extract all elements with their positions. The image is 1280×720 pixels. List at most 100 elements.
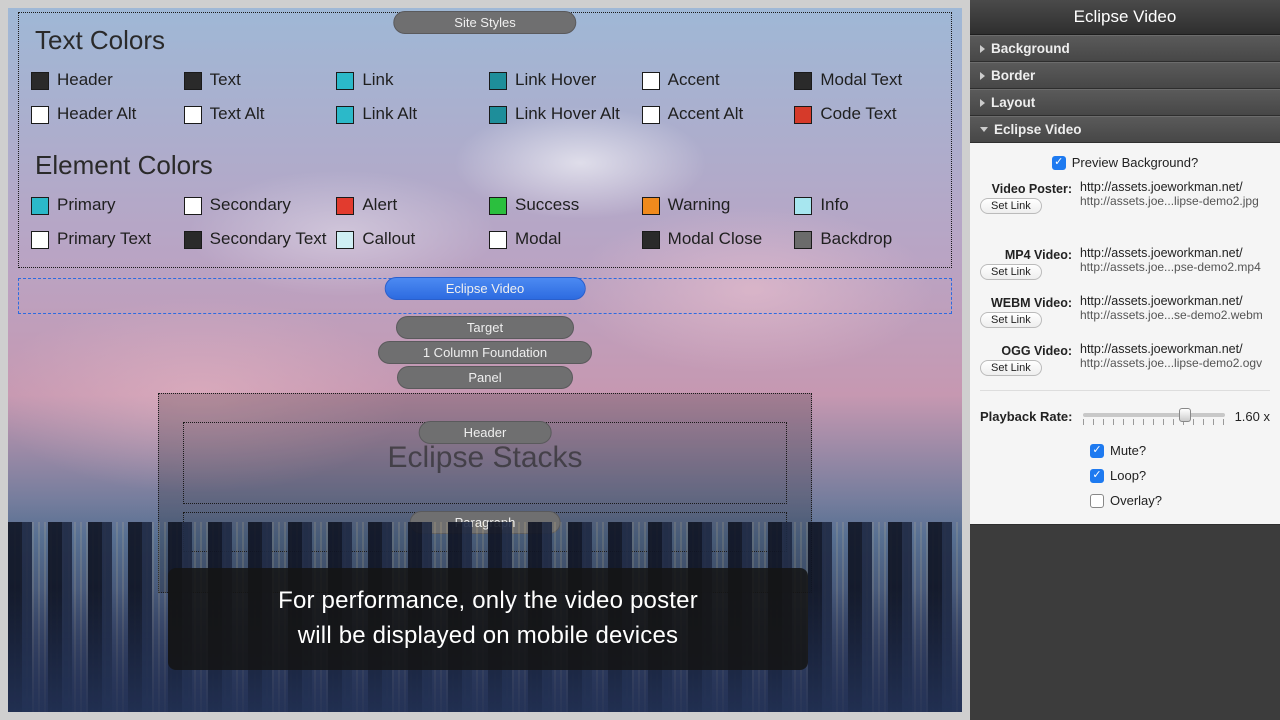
color-chip[interactable] bbox=[642, 106, 660, 124]
color-chip[interactable] bbox=[489, 197, 507, 215]
eclipse-video-tab[interactable]: Eclipse Video bbox=[385, 277, 586, 300]
text-color-swatch[interactable]: Header Alt bbox=[31, 100, 176, 128]
color-chip[interactable] bbox=[184, 106, 202, 124]
editor-canvas[interactable]: Site Styles Text Colors HeaderTextLinkLi… bbox=[8, 8, 962, 712]
element-color-swatch[interactable]: Primary bbox=[31, 191, 176, 219]
color-chip[interactable] bbox=[794, 106, 812, 124]
mp4-video-label: MP4 Video: bbox=[980, 246, 1072, 262]
mp4-set-link-button[interactable]: Set Link bbox=[980, 264, 1042, 280]
mp4-video-row: MP4 Video: Set Link http://assets.joewor… bbox=[980, 246, 1270, 280]
video-poster-url[interactable]: http://assets.joeworkman.net/ bbox=[1080, 180, 1270, 194]
color-chip[interactable] bbox=[31, 72, 49, 90]
text-color-swatch[interactable]: Link bbox=[336, 66, 481, 94]
text-colors-grid: Header Text Link Link Hover Accent Modal Text… bbox=[31, 66, 939, 128]
paragraph-block[interactable]: Paragraph bbox=[183, 512, 787, 552]
element-color-swatch[interactable]: Modal bbox=[489, 225, 634, 253]
panel-tab[interactable]: Panel bbox=[397, 366, 572, 389]
color-chip[interactable] bbox=[31, 106, 49, 124]
color-chip[interactable] bbox=[31, 231, 49, 249]
text-color-swatch[interactable]: Modal Text bbox=[794, 66, 939, 94]
acc-background[interactable]: Background bbox=[970, 35, 1280, 62]
checkbox-icon bbox=[1090, 469, 1104, 483]
color-chip[interactable] bbox=[31, 197, 49, 215]
element-color-swatch[interactable]: Modal Close bbox=[642, 225, 787, 253]
webm-video-label: WEBM Video: bbox=[980, 294, 1072, 310]
color-chip[interactable] bbox=[184, 197, 202, 215]
element-color-swatch[interactable]: Info bbox=[794, 191, 939, 219]
mute-checkbox[interactable]: Mute? bbox=[1090, 443, 1270, 458]
color-chip[interactable] bbox=[184, 231, 202, 249]
text-color-swatch[interactable]: Code Text bbox=[794, 100, 939, 128]
header-tab[interactable]: Header bbox=[419, 421, 552, 444]
inspector-footer bbox=[970, 525, 1280, 720]
target-tab[interactable]: Target bbox=[396, 316, 574, 339]
color-chip[interactable] bbox=[336, 106, 354, 124]
loop-label: Loop? bbox=[1110, 468, 1146, 483]
color-chip[interactable] bbox=[642, 197, 660, 215]
acc-layout[interactable]: Layout bbox=[970, 89, 1280, 116]
acc-border[interactable]: Border bbox=[970, 62, 1280, 89]
color-chip[interactable] bbox=[336, 231, 354, 249]
video-poster-set-link-button[interactable]: Set Link bbox=[980, 198, 1042, 214]
text-color-swatch[interactable]: Text Alt bbox=[184, 100, 329, 128]
mp4-video-url[interactable]: http://assets.joeworkman.net/ bbox=[1080, 246, 1270, 260]
element-colors-grid: Primary Secondary Alert Success Warning Info P… bbox=[31, 191, 939, 253]
element-color-swatch[interactable]: Secondary Text bbox=[184, 225, 329, 253]
color-chip[interactable] bbox=[336, 197, 354, 215]
swatch-label: Primary bbox=[57, 195, 116, 215]
panel-block[interactable]: Header Eclipse Stacks Paragraph bbox=[158, 393, 812, 593]
preview-background-checkbox[interactable]: Preview Background? bbox=[1052, 155, 1198, 170]
header-block[interactable]: Header Eclipse Stacks bbox=[183, 422, 787, 504]
acc-eclipse-video[interactable]: Eclipse Video bbox=[970, 116, 1280, 143]
swatch-label: Secondary Text bbox=[210, 229, 327, 249]
element-color-swatch[interactable]: Callout bbox=[336, 225, 481, 253]
color-chip[interactable] bbox=[336, 72, 354, 90]
swatch-label: Header Alt bbox=[57, 104, 136, 124]
editor-canvas-shell: Site Styles Text Colors HeaderTextLinkLi… bbox=[0, 0, 970, 720]
webm-set-link-button[interactable]: Set Link bbox=[980, 312, 1042, 328]
playback-rate-value: 1.60 x bbox=[1235, 409, 1270, 424]
header-title: Eclipse Stacks bbox=[387, 441, 582, 474]
overlay-checkbox[interactable]: Overlay? bbox=[1090, 493, 1270, 508]
element-color-swatch[interactable]: Alert bbox=[336, 191, 481, 219]
site-styles-tab[interactable]: Site Styles bbox=[393, 11, 576, 34]
element-color-swatch[interactable]: Backdrop bbox=[794, 225, 939, 253]
swatch-label: Secondary bbox=[210, 195, 291, 215]
site-styles-section[interactable]: Site Styles Text Colors HeaderTextLinkLi… bbox=[18, 12, 952, 268]
color-chip[interactable] bbox=[642, 72, 660, 90]
swatch-label: Link Alt bbox=[362, 104, 417, 124]
element-color-swatch[interactable]: Secondary bbox=[184, 191, 329, 219]
color-chip[interactable] bbox=[489, 231, 507, 249]
swatch-label: Modal bbox=[515, 229, 561, 249]
element-color-swatch[interactable]: Primary Text bbox=[31, 225, 176, 253]
ogg-set-link-button[interactable]: Set Link bbox=[980, 360, 1042, 376]
swatch-label: Link bbox=[362, 70, 393, 90]
text-color-swatch[interactable]: Accent bbox=[642, 66, 787, 94]
color-chip[interactable] bbox=[794, 231, 812, 249]
one-col-tab[interactable]: 1 Column Foundation bbox=[378, 341, 592, 364]
color-chip[interactable] bbox=[184, 72, 202, 90]
element-color-swatch[interactable]: Success bbox=[489, 191, 634, 219]
ogg-video-url[interactable]: http://assets.joeworkman.net/ bbox=[1080, 342, 1270, 356]
text-color-swatch[interactable]: Accent Alt bbox=[642, 100, 787, 128]
inspector-title: Eclipse Video bbox=[970, 0, 1280, 35]
text-color-swatch[interactable]: Header bbox=[31, 66, 176, 94]
color-chip[interactable] bbox=[794, 72, 812, 90]
text-color-swatch[interactable]: Link Alt bbox=[336, 100, 481, 128]
color-chip[interactable] bbox=[642, 231, 660, 249]
text-color-swatch[interactable]: Link Hover bbox=[489, 66, 634, 94]
color-chip[interactable] bbox=[489, 72, 507, 90]
swatch-label: Accent bbox=[668, 70, 720, 90]
text-color-swatch[interactable]: Link Hover Alt bbox=[489, 100, 634, 128]
element-color-swatch[interactable]: Warning bbox=[642, 191, 787, 219]
paragraph-tab[interactable]: Paragraph bbox=[410, 511, 561, 534]
color-chip[interactable] bbox=[489, 106, 507, 124]
text-color-swatch[interactable]: Text bbox=[184, 66, 329, 94]
loop-checkbox[interactable]: Loop? bbox=[1090, 468, 1270, 483]
color-chip[interactable] bbox=[794, 197, 812, 215]
webm-video-url[interactable]: http://assets.joeworkman.net/ bbox=[1080, 294, 1270, 308]
swatch-label: Info bbox=[820, 195, 848, 215]
playback-rate-slider[interactable] bbox=[1083, 405, 1225, 427]
eclipse-video-stack[interactable]: Eclipse Video bbox=[18, 278, 952, 314]
chevron-down-icon bbox=[980, 127, 988, 132]
